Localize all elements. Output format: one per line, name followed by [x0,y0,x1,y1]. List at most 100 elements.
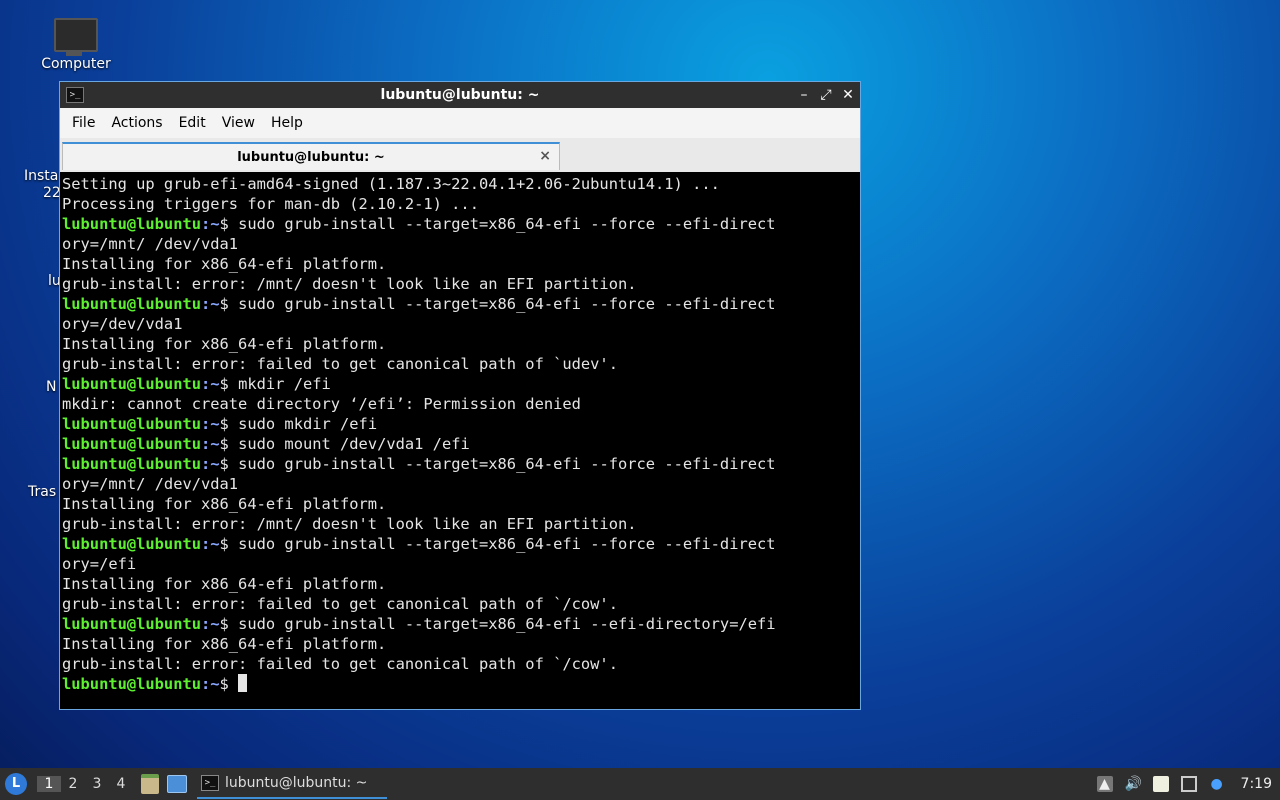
workspace-2[interactable]: 2 [61,776,85,792]
workspace-4[interactable]: 4 [109,776,133,792]
menu-help[interactable]: Help [263,115,311,131]
terminal-output-line: Processing triggers for man-db (2.10.2-1… [62,194,858,214]
workspace-1[interactable]: 1 [37,776,61,792]
prompt-path: :~ [201,415,220,433]
prompt-symbol: $ [219,615,239,633]
computer-icon [54,18,98,56]
desktop-icon-installer-label[interactable]: Insta [24,168,58,184]
prompt-symbol: $ [219,215,239,233]
close-button[interactable]: ✕ [842,87,854,103]
window-titlebar[interactable]: >_ lubuntu@lubuntu: ~ – ⤢ ✕ [60,82,860,108]
output-text: grub-install: error: failed to get canon… [62,595,618,613]
terminal-output-line: grub-install: error: /mnt/ doesn't look … [62,514,858,534]
prompt-symbol: $ [219,295,239,313]
terminal-output-line: ory=/efi [62,554,858,574]
terminal-output-line: Installing for x86_64-efi platform. [62,494,858,514]
prompt-user: lubuntu@lubuntu [62,215,201,233]
menu-edit[interactable]: Edit [171,115,214,131]
command-text: mkdir /efi [238,375,331,393]
terminal-output-line: mkdir: cannot create directory ‘/efi’: P… [62,394,858,414]
output-text: Installing for x86_64-efi platform. [62,635,387,653]
command-text: sudo grub-install --target=x86_64-efi --… [238,215,776,233]
terminal-output-line: Installing for x86_64-efi platform. [62,574,858,594]
terminal-output-line: grub-install: error: failed to get canon… [62,654,858,674]
minimize-button[interactable]: – [798,87,810,103]
prompt-user: lubuntu@lubuntu [62,375,201,393]
tab-bar: lubuntu@lubuntu: ~ × [60,138,860,172]
output-text: grub-install: error: failed to get canon… [62,355,618,373]
terminal-output-line: grub-install: error: failed to get canon… [62,354,858,374]
maximize-button[interactable]: ⤢ [820,87,832,103]
command-text: sudo grub-install --target=x86_64-efi --… [238,615,776,633]
terminal-command-line: lubuntu@lubuntu:~$ mkdir /efi [62,374,858,394]
prompt-symbol: $ [219,675,239,693]
output-text: ory=/efi [62,555,137,573]
prompt-symbol: $ [219,375,239,393]
terminal-output-line: Installing for x86_64-efi platform. [62,634,858,654]
terminal-output-line: grub-install: error: /mnt/ doesn't look … [62,274,858,294]
output-text: Installing for x86_64-efi platform. [62,495,387,513]
terminal-cursor [238,674,248,692]
terminal-output-line: ory=/dev/vda1 [62,314,858,334]
output-text: ory=/mnt/ /dev/vda1 [62,235,239,253]
prompt-symbol: $ [219,435,239,453]
terminal-command-line: lubuntu@lubuntu:~$ sudo mkdir /efi [62,414,858,434]
terminal-icon: >_ [201,775,219,791]
prompt-user: lubuntu@lubuntu [62,535,201,553]
prompt-path: :~ [201,375,220,393]
tab-label: lubuntu@lubuntu: ~ [237,149,385,165]
prompt-symbol: $ [219,415,239,433]
system-tray: ▲ 🔊 ● 7:19 [1096,768,1280,800]
terminal-command-line: lubuntu@lubuntu:~$ sudo mount /dev/vda1 … [62,434,858,454]
output-text: grub-install: error: /mnt/ doesn't look … [62,275,637,293]
output-text: ory=/mnt/ /dev/vda1 [62,475,239,493]
terminal-output-line: Installing for x86_64-efi platform. [62,334,858,354]
command-text: sudo grub-install --target=x86_64-efi --… [238,295,776,313]
terminal-output-line: ory=/mnt/ /dev/vda1 [62,234,858,254]
output-text: grub-install: error: failed to get canon… [62,655,618,673]
terminal-output[interactable]: Setting up grub-efi-amd64-signed (1.187.… [60,172,860,709]
show-desktop-icon[interactable] [167,775,187,793]
menu-actions[interactable]: Actions [103,115,170,131]
output-text: ory=/dev/vda1 [62,315,183,333]
tab-close-icon[interactable]: × [539,148,551,164]
menu-view[interactable]: View [214,115,263,131]
prompt-symbol: $ [219,455,239,473]
command-text: sudo mount /dev/vda1 /efi [238,435,470,453]
taskbar-task-terminal[interactable]: >_ lubuntu@lubuntu: ~ [197,769,387,799]
prompt-user: lubuntu@lubuntu [62,295,201,313]
update-notifier-icon[interactable]: ● [1209,776,1225,792]
desktop-icon-trash-label[interactable]: Tras [28,484,56,500]
clock[interactable]: 7:19 [1241,776,1272,792]
prompt-path: :~ [201,295,220,313]
prompt-user: lubuntu@lubuntu [62,455,201,473]
clipboard-icon[interactable] [1152,776,1169,792]
eject-icon[interactable]: ▲ [1096,776,1113,792]
terminal-command-line: lubuntu@lubuntu:~$ sudo grub-install --t… [62,534,858,554]
file-manager-icon[interactable] [141,774,159,794]
desktop-icon-computer[interactable]: Computer [40,18,112,72]
output-text: Installing for x86_64-efi platform. [62,255,387,273]
network-icon[interactable] [1180,776,1197,792]
terminal-command-line: lubuntu@lubuntu:~$ sudo grub-install --t… [62,454,858,474]
prompt-path: :~ [201,215,220,233]
terminal-command-line: lubuntu@lubuntu:~$ sudo grub-install --t… [62,214,858,234]
window-title: lubuntu@lubuntu: ~ [380,87,540,103]
output-text: Setting up grub-efi-amd64-signed (1.187.… [62,175,720,193]
terminal-window: >_ lubuntu@lubuntu: ~ – ⤢ ✕ File Actions… [59,81,861,710]
output-text: Installing for x86_64-efi platform. [62,575,387,593]
menu-bar: File Actions Edit View Help [60,108,860,138]
output-text: Processing triggers for man-db (2.10.2-1… [62,195,479,213]
command-text: sudo grub-install --target=x86_64-efi --… [238,535,776,553]
workspace-3[interactable]: 3 [85,776,109,792]
desktop-icon-network-label[interactable]: N [46,379,56,395]
start-menu-icon[interactable]: L [5,773,27,795]
taskbar: L 1 2 3 4 >_ lubuntu@lubuntu: ~ ▲ 🔊 ● 7:… [0,768,1280,800]
output-text: grub-install: error: /mnt/ doesn't look … [62,515,637,533]
menu-file[interactable]: File [64,115,103,131]
tab-terminal[interactable]: lubuntu@lubuntu: ~ × [62,142,560,170]
volume-icon[interactable]: 🔊 [1125,776,1142,792]
prompt-path: :~ [201,675,220,693]
prompt-path: :~ [201,455,220,473]
command-text: sudo mkdir /efi [238,415,378,433]
